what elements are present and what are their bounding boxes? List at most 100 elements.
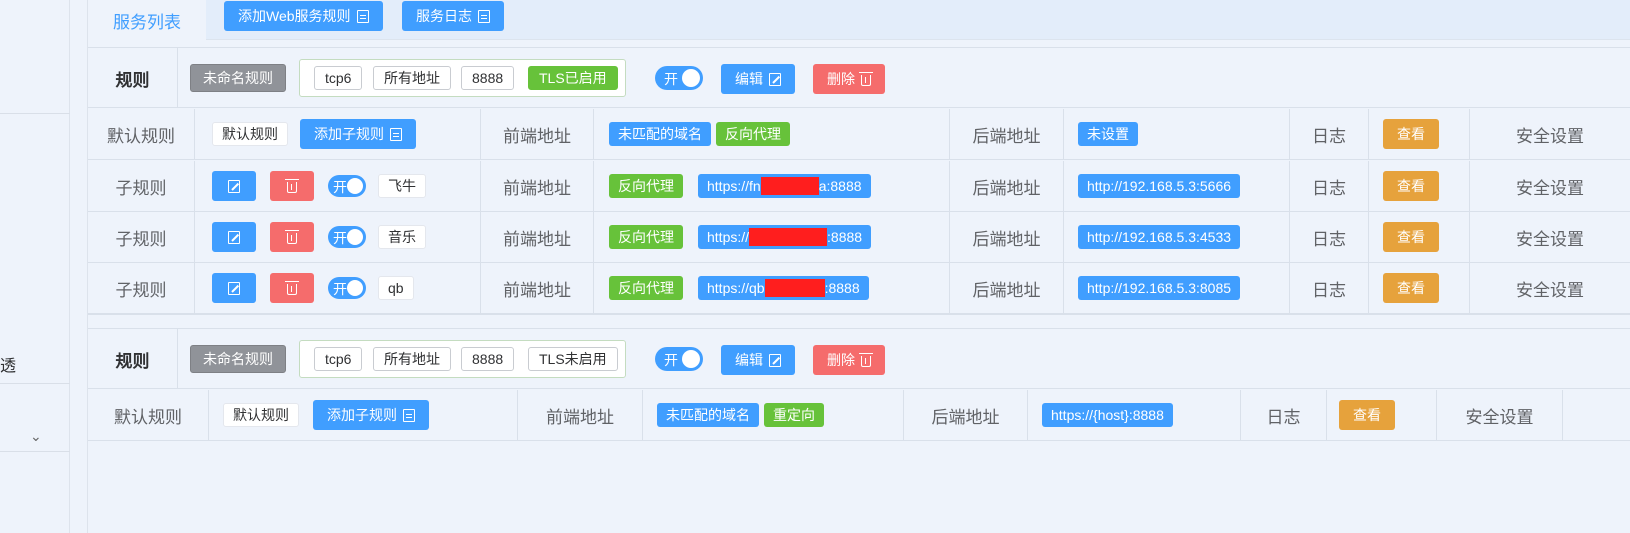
backend-value: http://192.168.5.3:5666 bbox=[1064, 161, 1290, 211]
backend-label: 后端地址 bbox=[950, 263, 1064, 313]
edit-icon bbox=[769, 72, 781, 86]
default-rule-tag: 默认规则 bbox=[223, 403, 299, 427]
backend-tag: http://192.168.5.3:4533 bbox=[1078, 225, 1241, 249]
edit-sub-rule-button[interactable] bbox=[212, 273, 256, 303]
trash-icon bbox=[859, 71, 873, 86]
edit-label: 编辑 bbox=[735, 71, 763, 87]
add-web-rule-button[interactable]: 添加Web服务规则 bbox=[224, 1, 383, 31]
url-suffix: :8888 bbox=[827, 229, 863, 245]
add-document-icon bbox=[403, 408, 415, 422]
edit-icon bbox=[228, 179, 240, 193]
view-log-button[interactable]: 查看 bbox=[1383, 273, 1439, 303]
listener-config[interactable]: tcp6 所有地址 8888 TLS已启用 bbox=[299, 59, 626, 97]
frontend-value: 反向代理 https://qb :8888 bbox=[594, 263, 950, 313]
tab-service-list[interactable]: 服务列表 bbox=[88, 0, 206, 40]
view-log-button[interactable]: 查看 bbox=[1339, 400, 1395, 430]
frontend-value: 反向代理 https:// :8888 bbox=[594, 212, 950, 262]
frontend-url-tag: https:// :8888 bbox=[698, 225, 872, 249]
sidebar-item-label[interactable]: 透 bbox=[0, 352, 16, 376]
url-prefix: https://qb bbox=[707, 280, 765, 296]
tls-status-tag: TLS已启用 bbox=[528, 66, 618, 90]
view-log-button[interactable]: 查看 bbox=[1383, 171, 1439, 201]
security-settings-link[interactable]: 安全设置 bbox=[1470, 109, 1630, 159]
delete-rule-button[interactable]: 删除 bbox=[813, 345, 885, 375]
chevron-down-icon[interactable]: ⌄ bbox=[30, 428, 42, 445]
sub-rule-toggle[interactable]: 开 bbox=[328, 226, 366, 248]
frontend-value: 反向代理 https://fn a:8888 bbox=[594, 161, 950, 211]
add-sub-rule-button[interactable]: 添加子规则 bbox=[300, 119, 416, 149]
redaction-mark bbox=[749, 228, 828, 246]
backend-value: https://{host}:8888 bbox=[1028, 390, 1241, 440]
log-action: 查看 bbox=[1369, 212, 1470, 262]
frontend-value: 未匹配的域名 反向代理 bbox=[594, 109, 950, 159]
backend-label: 后端地址 bbox=[904, 390, 1028, 440]
delete-sub-rule-button[interactable] bbox=[270, 273, 314, 303]
redaction-mark bbox=[760, 177, 819, 195]
view-log-button[interactable]: 查看 bbox=[1383, 222, 1439, 252]
service-log-button[interactable]: 服务日志 bbox=[402, 1, 504, 31]
toggle-label: 开 bbox=[333, 179, 347, 195]
trash-icon bbox=[285, 229, 299, 244]
edit-rule-button[interactable]: 编辑 bbox=[721, 64, 795, 94]
delete-sub-rule-button[interactable] bbox=[270, 222, 314, 252]
add-sub-rule-label: 添加子规则 bbox=[327, 407, 397, 423]
frontend-value: 未匹配的域名 重定向 bbox=[643, 390, 904, 440]
row-actions: 默认规则 添加子规则 bbox=[195, 109, 481, 159]
frontend-label: 前端地址 bbox=[481, 212, 594, 262]
delete-label: 删除 bbox=[827, 352, 855, 368]
frontend-url-tag: https://qb :8888 bbox=[698, 276, 869, 300]
sub-rule-name-tag: qb bbox=[378, 276, 414, 300]
edit-icon bbox=[228, 230, 240, 244]
sub-rule-row: 子规则 开 飞牛 前端地址 反向代理 https://fn a:8888 后端地址 http:/… bbox=[88, 161, 1630, 212]
security-settings-link[interactable]: 安全设置 bbox=[1470, 263, 1630, 313]
view-log-button[interactable]: 查看 bbox=[1383, 119, 1439, 149]
edit-icon bbox=[769, 353, 781, 367]
edit-sub-rule-button[interactable] bbox=[212, 171, 256, 201]
sidebar: 透 ⌄ bbox=[0, 0, 70, 533]
frontend-url-tag: https://fn a:8888 bbox=[698, 174, 871, 198]
mode-tag: 反向代理 bbox=[609, 276, 683, 300]
protocol-tag: tcp6 bbox=[314, 66, 363, 90]
address-tag: 所有地址 bbox=[373, 66, 451, 90]
rule-enable-toggle[interactable]: 开 bbox=[655, 347, 703, 371]
toggle-label: 开 bbox=[664, 352, 678, 368]
rule-header: 规则 未命名规则 tcp6 所有地址 8888 TLS未启用 开 编辑 删除 bbox=[88, 329, 1630, 389]
log-label: 日志 bbox=[1290, 161, 1369, 211]
add-web-rule-label: 添加Web服务规则 bbox=[238, 8, 351, 24]
unmatched-domain-tag: 未匹配的域名 bbox=[657, 403, 759, 427]
rule-head-label: 规则 bbox=[88, 329, 178, 389]
rule-name-button[interactable]: 未命名规则 bbox=[190, 64, 286, 92]
redaction-mark bbox=[764, 279, 825, 297]
backend-label: 后端地址 bbox=[950, 212, 1064, 262]
delete-rule-button[interactable]: 删除 bbox=[813, 64, 885, 94]
edit-sub-rule-button[interactable] bbox=[212, 222, 256, 252]
url-prefix: https:// bbox=[707, 229, 750, 245]
sub-rule-toggle[interactable]: 开 bbox=[328, 277, 366, 299]
log-action: 查看 bbox=[1327, 390, 1437, 440]
delete-sub-rule-button[interactable] bbox=[270, 171, 314, 201]
unmatched-domain-tag: 未匹配的域名 bbox=[609, 122, 711, 146]
sub-rule-toggle[interactable]: 开 bbox=[328, 175, 366, 197]
row-actions: 开 音乐 bbox=[195, 212, 481, 262]
listener-config[interactable]: tcp6 所有地址 8888 TLS未启用 bbox=[299, 340, 626, 378]
mode-tag: 重定向 bbox=[764, 403, 824, 427]
rule-name-button[interactable]: 未命名规则 bbox=[190, 345, 286, 373]
toggle-knob bbox=[682, 350, 700, 368]
mode-tag: 反向代理 bbox=[609, 225, 683, 249]
add-sub-rule-button[interactable]: 添加子规则 bbox=[313, 400, 429, 430]
url-prefix: https://fn bbox=[707, 178, 761, 194]
row-label: 默认规则 bbox=[88, 390, 209, 440]
security-settings-link[interactable]: 安全设置 bbox=[1437, 390, 1563, 440]
rule-enable-toggle[interactable]: 开 bbox=[655, 66, 703, 90]
mode-tag: 反向代理 bbox=[716, 122, 790, 146]
edit-rule-button[interactable]: 编辑 bbox=[721, 345, 795, 375]
frontend-label: 前端地址 bbox=[481, 161, 594, 211]
service-log-label: 服务日志 bbox=[416, 8, 472, 24]
row-actions: 默认规则 添加子规则 bbox=[209, 390, 518, 440]
backend-value: http://192.168.5.3:4533 bbox=[1064, 212, 1290, 262]
backend-value: 未设置 bbox=[1064, 109, 1290, 159]
row-actions: 开 飞牛 bbox=[195, 161, 481, 211]
security-settings-link[interactable]: 安全设置 bbox=[1470, 161, 1630, 211]
url-suffix: :8888 bbox=[824, 280, 860, 296]
security-settings-link[interactable]: 安全设置 bbox=[1470, 212, 1630, 262]
